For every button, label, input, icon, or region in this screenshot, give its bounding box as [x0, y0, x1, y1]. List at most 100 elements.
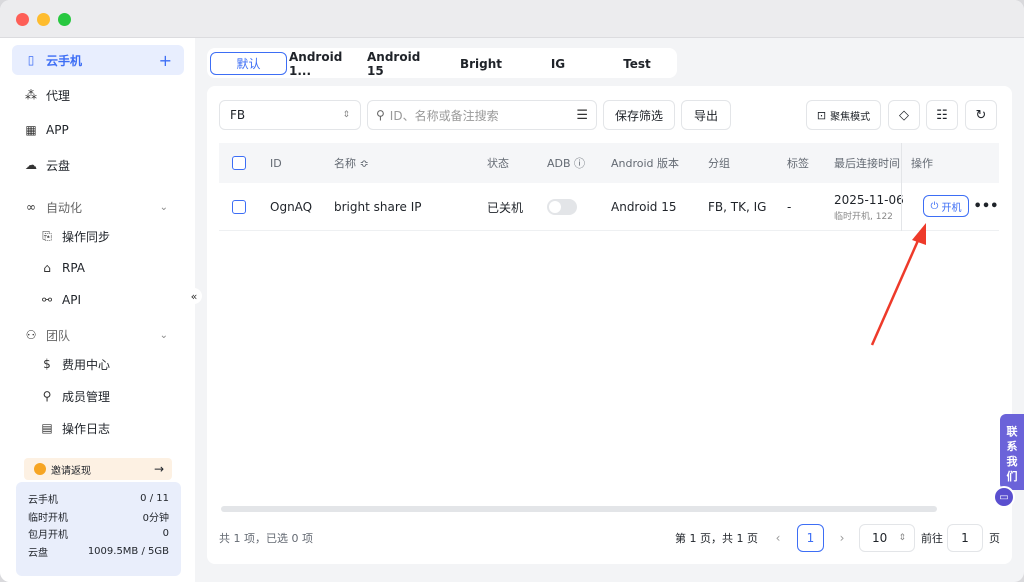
- team-icon: ⚇: [25, 328, 37, 342]
- more-options-icon[interactable]: •••: [974, 195, 999, 217]
- group-select-value: FB: [230, 108, 246, 122]
- sidebar-item-logs[interactable]: ▤ 操作日志: [12, 413, 184, 443]
- usage-value: 1009.5MB / 5GB: [87, 545, 169, 557]
- main-panel: FB ⇕ ⚲ ID、名称或备注搜索 ☰ 保存筛选 导出 ⊡ 聚焦模式 ◇ ☷ ↻…: [207, 86, 1012, 564]
- tab-android-15[interactable]: Android 15: [367, 50, 439, 78]
- last-connection-detail: 临时开机, 122: [834, 211, 893, 222]
- goto-page-input[interactable]: 1: [947, 524, 983, 552]
- header-name[interactable]: 名称 ≎: [334, 143, 369, 183]
- sidebar-item-proxy[interactable]: ⁂ 代理: [12, 80, 184, 110]
- sidebar-item-label: 成员管理: [62, 389, 111, 404]
- sidebar-item-label: 代理: [46, 88, 71, 103]
- power-on-button[interactable]: ⏻ 开机: [923, 195, 969, 217]
- robot-icon: ⌂: [43, 261, 51, 275]
- page-size-select[interactable]: 10 ⇕: [859, 524, 915, 552]
- current-page-button[interactable]: 1: [797, 524, 824, 552]
- sidebar-item-label: APP: [46, 123, 69, 137]
- grid-icon: ▦: [25, 123, 37, 137]
- search-input[interactable]: ⚲ ID、名称或备注搜索 ☰: [367, 100, 597, 130]
- sidebar-item-cloud-disk[interactable]: ☁ 云盘: [12, 150, 184, 180]
- phone-icon: ▯: [27, 53, 35, 67]
- page-suffix: 页: [989, 532, 1000, 545]
- toggle-switch[interactable]: [547, 199, 577, 215]
- cloud-icon: ☁: [25, 158, 37, 172]
- sidebar-item-label: RPA: [62, 261, 86, 275]
- minimize-window-button[interactable]: [37, 13, 50, 26]
- usage-value: 0 / 11: [140, 493, 169, 505]
- refresh-icon: ↻: [975, 107, 987, 123]
- log-icon: ▤: [41, 421, 53, 435]
- focus-mode-label: 聚焦模式: [830, 111, 871, 123]
- updown-icon: ⇕: [898, 533, 906, 543]
- sidebar-item-app[interactable]: ▦ APP: [12, 115, 184, 145]
- checkbox-box[interactable]: [232, 156, 246, 170]
- search-placeholder: ID、名称或备注搜索: [389, 108, 499, 123]
- sidebar-group-automation[interactable]: ∞ 自动化 ⌄: [12, 192, 184, 222]
- chat-bubble-icon[interactable]: ▭: [993, 486, 1015, 508]
- search-icon: ⚲: [376, 108, 385, 122]
- contact-us-tab[interactable]: 联 系 我 们: [1000, 414, 1024, 490]
- sidebar-item-label: 云盘: [46, 158, 71, 173]
- filter-sliders-icon[interactable]: ☰: [576, 108, 588, 123]
- title-bar: [0, 0, 1024, 38]
- focus-icon: ⊡: [816, 108, 827, 122]
- sliders-icon: ☷: [936, 107, 948, 123]
- sidebar-item-cloud-phone[interactable]: ▯ 云手机 +: [12, 45, 184, 75]
- tab-bright[interactable]: Bright: [447, 52, 515, 75]
- row-checkbox[interactable]: [232, 183, 246, 231]
- sidebar-item-api[interactable]: ⚯ API: [12, 285, 184, 315]
- zoom-window-button[interactable]: [58, 13, 71, 26]
- sidebar-group-team[interactable]: ⚇ 团队 ⌄: [12, 320, 184, 350]
- column-settings-button[interactable]: ☷: [926, 100, 958, 130]
- tab-default[interactable]: 默认: [210, 52, 287, 75]
- prev-page-button[interactable]: ‹: [767, 524, 789, 552]
- tag-icon: ◇: [899, 107, 909, 123]
- group-select[interactable]: FB ⇕: [219, 100, 361, 130]
- cell-group: FB, TK, IG: [708, 200, 767, 214]
- invite-banner[interactable]: 邀请返现 →: [24, 458, 172, 480]
- export-button[interactable]: 导出: [681, 100, 731, 130]
- goto-label: 前往: [921, 532, 943, 545]
- sidebar-item-sync[interactable]: ⎘ 操作同步: [12, 221, 184, 251]
- usage-row: 云手机 0 / 11: [28, 490, 169, 508]
- power-icon: ⏻: [930, 200, 939, 212]
- invite-label: 邀请返现: [51, 465, 91, 477]
- tag-button[interactable]: ◇: [888, 100, 920, 130]
- proxy-icon: ⁂: [25, 88, 37, 102]
- checkbox-box[interactable]: [232, 200, 246, 214]
- select-all-checkbox[interactable]: [232, 143, 246, 183]
- collapse-sidebar-button[interactable]: «: [186, 288, 202, 304]
- tab-android-1[interactable]: Android 1...: [289, 50, 359, 78]
- group-tabs: 默认 Android 1... Android 15 Bright IG Tes…: [207, 48, 677, 78]
- focus-mode-button[interactable]: ⊡ 聚焦模式: [806, 100, 881, 130]
- sidebar-group-label: 团队: [46, 328, 71, 343]
- tab-test[interactable]: Test: [605, 52, 669, 75]
- sidebar-item-billing[interactable]: $ 费用中心: [12, 349, 184, 379]
- tab-ig[interactable]: IG: [527, 52, 589, 75]
- coin-icon: [34, 463, 46, 475]
- close-window-button[interactable]: [16, 13, 29, 26]
- arrow-right-icon: →: [153, 462, 164, 476]
- cell-name: bright share IP: [334, 200, 422, 214]
- usage-value: 0分钟: [142, 512, 169, 524]
- next-page-button[interactable]: ›: [831, 524, 853, 552]
- page-size-value: 10: [872, 531, 888, 545]
- horizontal-scrollbar[interactable]: [221, 506, 937, 512]
- refresh-button[interactable]: ↻: [965, 100, 997, 130]
- add-phone-button[interactable]: +: [159, 51, 172, 70]
- usage-summary: 云手机 0 / 11 临时开机 0分钟 包月开机 0 云盘 1009.5MB /…: [16, 482, 181, 576]
- usage-label: 临时开机: [28, 512, 68, 524]
- api-icon: ⚯: [41, 293, 53, 307]
- table-header: ID 名称 ≎ 状态 ADB ⓘ Android 版本 分组 标签 最后连接时间…: [219, 143, 999, 183]
- app-window: ▯ 云手机 + ⁂ 代理 ▦ APP ☁ 云盘 ∞ 自动化 ⌄ ⎘ 操作同步 ⌂…: [0, 0, 1024, 582]
- header-android: Android 版本: [611, 157, 680, 170]
- header-adb: ADB ⓘ: [547, 157, 586, 170]
- sidebar-item-rpa[interactable]: ⌂ RPA: [12, 253, 184, 283]
- table-row[interactable]: OgnAQ bright share IP 已关机 Android 15 FB,…: [219, 183, 999, 231]
- sidebar-item-members[interactable]: ⚲ 成员管理: [12, 381, 184, 411]
- header-tag: 标签: [787, 157, 809, 170]
- adb-toggle[interactable]: [547, 183, 577, 231]
- save-filter-button[interactable]: 保存筛选: [603, 100, 675, 130]
- contact-char: 我: [1006, 455, 1018, 468]
- usage-row: 临时开机 0分钟: [28, 508, 169, 526]
